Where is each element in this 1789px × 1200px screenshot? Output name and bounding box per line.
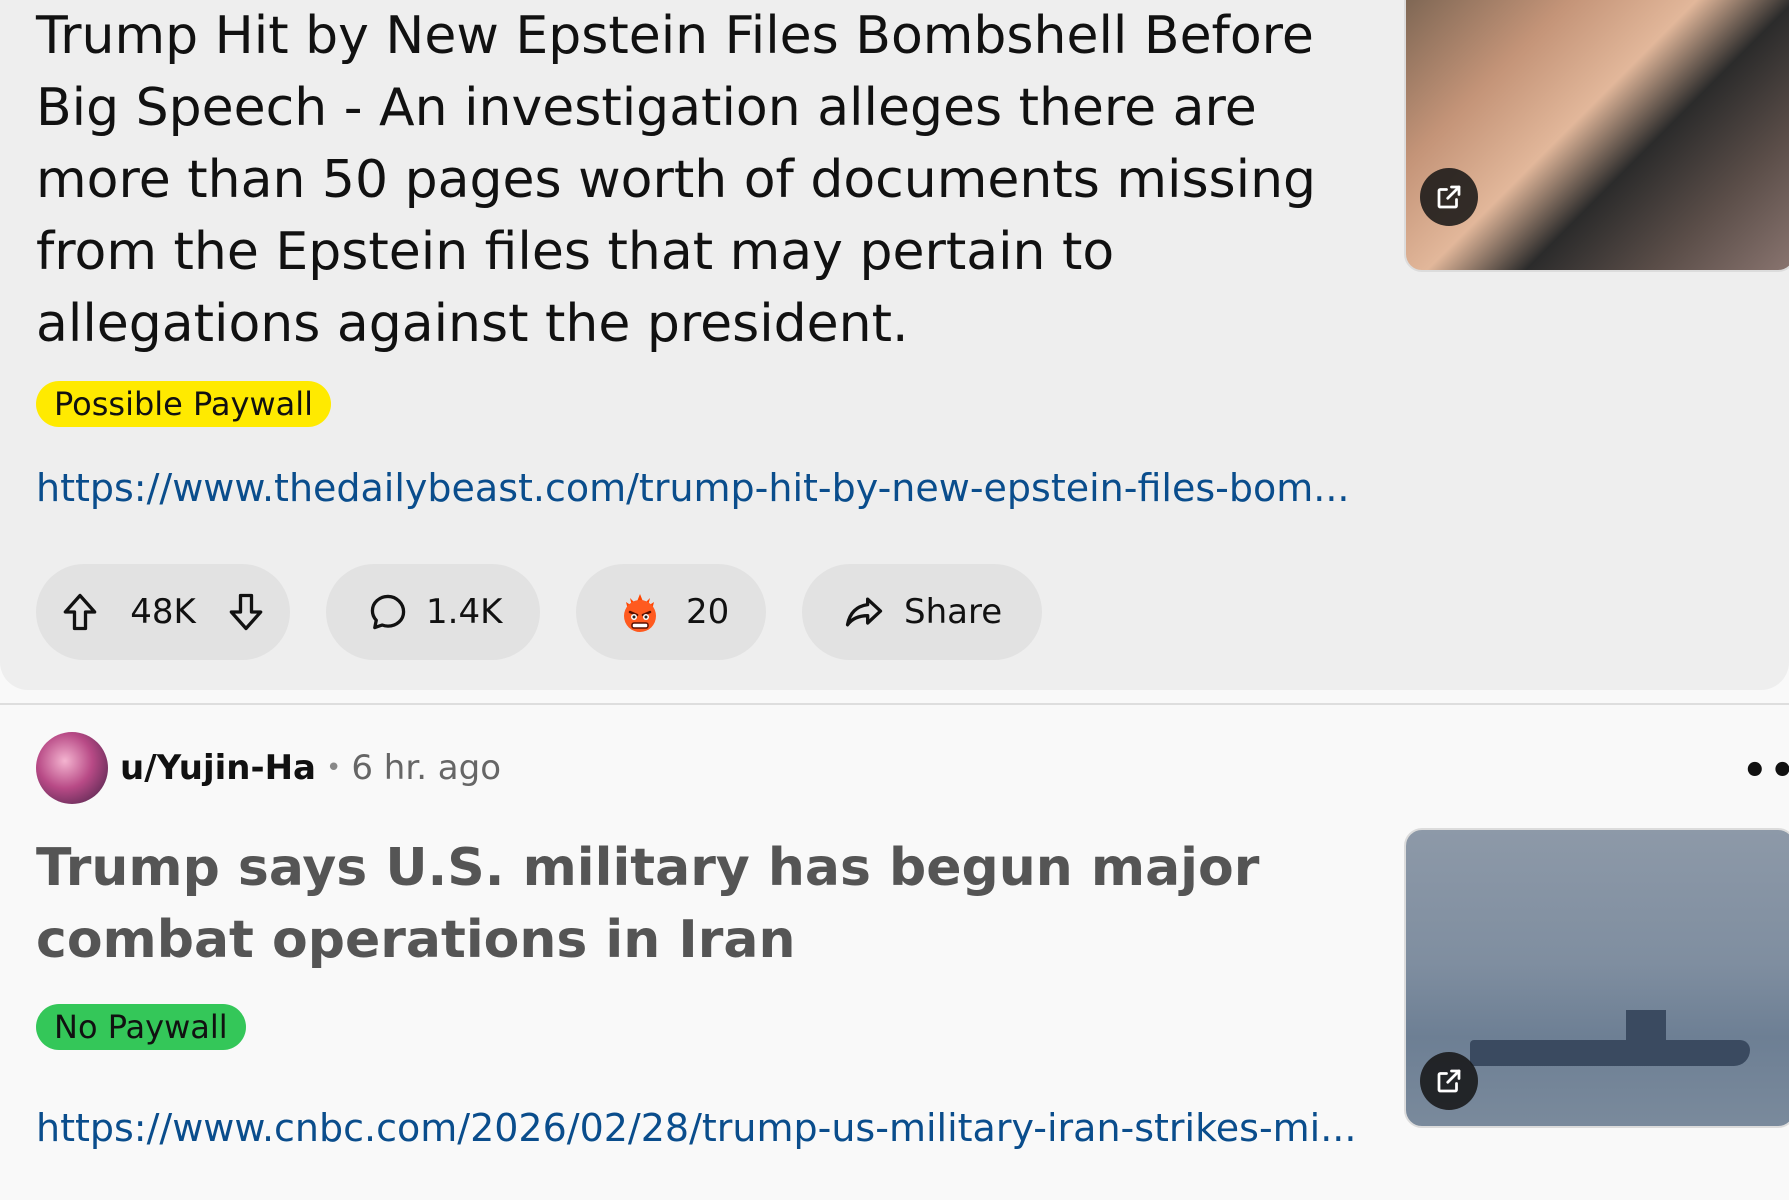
- paywall-flair[interactable]: No Paywall: [36, 1004, 246, 1050]
- post-link[interactable]: https://www.thedailybeast.com/trump-hit-…: [36, 464, 1396, 512]
- award-button[interactable]: 20: [576, 564, 766, 660]
- meta-separator: •: [326, 753, 342, 783]
- more-options-button[interactable]: •••: [1742, 748, 1789, 794]
- ship-illustration: [1626, 1010, 1666, 1042]
- post-thumbnail[interactable]: [1404, 828, 1789, 1128]
- angry-face-icon: [616, 588, 664, 636]
- share-button[interactable]: Share: [802, 564, 1042, 660]
- ship-illustration: [1470, 1040, 1750, 1066]
- vote-control: 48K: [36, 564, 290, 660]
- post-title[interactable]: Trump Hit by New Epstein Files Bombshell…: [36, 0, 1396, 360]
- comments-button[interactable]: 1.4K: [326, 564, 540, 660]
- external-link-icon[interactable]: [1420, 168, 1478, 226]
- post-title[interactable]: Trump says U.S. military has begun major…: [36, 832, 1396, 976]
- avatar[interactable]: [36, 732, 108, 804]
- share-arrow-icon: [842, 590, 886, 634]
- comment-bubble-icon: [366, 590, 410, 634]
- post-link[interactable]: https://www.cnbc.com/2026/02/28/trump-us…: [36, 1104, 1396, 1152]
- author-username[interactable]: u/Yujin-Ha: [120, 748, 316, 788]
- post-timestamp: 6 hr. ago: [351, 748, 502, 788]
- post-divider: [0, 703, 1789, 705]
- award-count: 20: [686, 592, 730, 632]
- share-label: Share: [904, 592, 1003, 632]
- downvote-arrow-icon[interactable]: [224, 590, 268, 634]
- paywall-flair[interactable]: Possible Paywall: [36, 381, 331, 427]
- comment-count: 1.4K: [426, 592, 503, 632]
- post-meta: u/Yujin-Ha • 6 hr. ago: [36, 732, 501, 804]
- vote-count: 48K: [130, 592, 196, 632]
- post-card[interactable]: Trump Hit by New Epstein Files Bombshell…: [0, 0, 1789, 690]
- post-thumbnail[interactable]: [1404, 0, 1789, 272]
- feed: Trump Hit by New Epstein Files Bombshell…: [0, 0, 1789, 1200]
- external-link-icon[interactable]: [1420, 1052, 1478, 1110]
- upvote-arrow-icon[interactable]: [58, 590, 102, 634]
